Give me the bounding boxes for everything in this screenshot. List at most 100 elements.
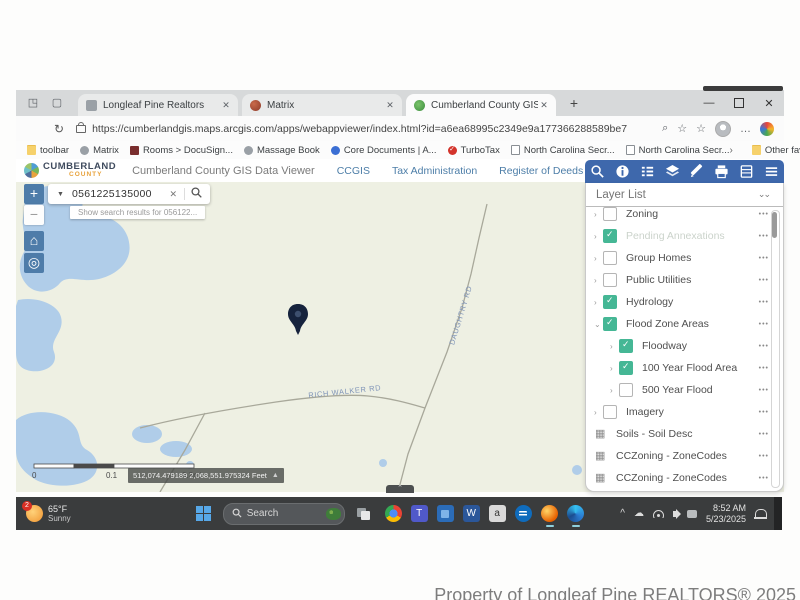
onedrive-cloud-icon[interactable]: ☁ [634, 508, 644, 519]
table-row-soils[interactable]: Soils - Soil Desc [586, 423, 783, 445]
search-source-dropdown-icon[interactable] [57, 191, 64, 198]
browser-extension-icon[interactable] [760, 122, 774, 136]
layer-menu-icon[interactable] [759, 409, 769, 416]
layer-menu-icon[interactable] [759, 321, 769, 328]
word-icon[interactable]: W [463, 505, 480, 522]
more-menu-icon[interactable]: … [740, 123, 751, 135]
layer-menu-icon[interactable] [759, 255, 769, 262]
info-icon[interactable] [615, 164, 630, 179]
tab-close-icon[interactable] [538, 99, 550, 111]
layer-row-pending-annexations[interactable]: Pending Annexations [586, 225, 783, 247]
layer-checkbox[interactable] [603, 251, 617, 265]
query-search-icon[interactable] [590, 164, 605, 179]
layer-checkbox[interactable] [603, 207, 617, 221]
tab-actions-icon[interactable]: ▢ [50, 96, 64, 110]
more-widgets-menu-icon[interactable] [764, 164, 779, 179]
layer-checkbox[interactable] [603, 273, 617, 287]
layer-checkbox[interactable] [603, 229, 617, 243]
layer-row-hydrology[interactable]: Hydrology [586, 291, 783, 313]
layer-row-500-year-flood[interactable]: 500 Year Flood [586, 379, 783, 401]
minimize-button[interactable]: — [694, 90, 724, 116]
layer-checkbox[interactable] [619, 339, 633, 353]
expand-icon[interactable] [594, 210, 603, 219]
layer-checkbox[interactable] [603, 295, 617, 309]
other-favorites[interactable]: Other favorites [752, 145, 800, 156]
layer-checkbox[interactable] [603, 405, 617, 419]
search-icon[interactable] [191, 187, 202, 201]
layer-row-100-year-flood[interactable]: 100 Year Flood Area [586, 357, 783, 379]
volume-icon[interactable] [673, 511, 678, 517]
layer-menu-icon[interactable] [759, 365, 769, 372]
layer-menu-icon[interactable] [759, 475, 769, 482]
new-tab-button[interactable]: + [564, 93, 584, 113]
favorite-star-icon[interactable]: ☆ [677, 122, 687, 135]
profile-avatar[interactable] [715, 121, 731, 137]
link-tax-administration[interactable]: Tax Administration [392, 165, 477, 177]
layer-row-zoning[interactable]: Zoning [586, 203, 783, 225]
zoom-page-icon[interactable]: ⌕ [662, 122, 668, 135]
notification-bell-icon[interactable] [755, 509, 767, 519]
layer-menu-icon[interactable] [759, 453, 769, 460]
close-button[interactable]: ✕ [754, 90, 784, 116]
layer-row-floodway[interactable]: Floodway [586, 335, 783, 357]
legend-icon[interactable] [640, 164, 655, 179]
start-button[interactable] [196, 506, 211, 521]
chrome-icon[interactable] [385, 505, 402, 522]
link-register-of-deeds[interactable]: Register of Deeds [499, 165, 583, 177]
teams-icon[interactable]: T [411, 505, 428, 522]
taskbar-search[interactable]: Search [223, 503, 345, 525]
expand-icon[interactable] [610, 364, 619, 373]
layer-menu-icon[interactable] [759, 211, 769, 218]
table-row-cczoning-1[interactable]: CCZoning - ZoneCodes [586, 445, 783, 467]
bookmark-matrix[interactable]: Matrix [80, 145, 119, 156]
layer-row-flood-zone-areas[interactable]: Flood Zone Areas [586, 313, 783, 335]
lock-icon[interactable] [76, 125, 86, 133]
layer-menu-icon[interactable] [759, 343, 769, 350]
layer-row-imagery[interactable]: Imagery [586, 401, 783, 423]
tab-close-icon[interactable] [220, 99, 232, 111]
bookmark-turbotax[interactable]: TurboTax [448, 145, 500, 156]
outlook-icon[interactable] [515, 505, 532, 522]
search-input[interactable]: 0561225135000 [72, 188, 170, 200]
bookmark-nc-secretary-1[interactable]: North Carolina Secr... [511, 145, 615, 156]
layer-checkbox[interactable] [619, 361, 633, 375]
home-extent-button[interactable]: ⌂ [24, 231, 44, 251]
workspaces-icon[interactable]: ◳ [26, 96, 40, 110]
task-view-button[interactable] [357, 508, 371, 520]
attribute-table-icon[interactable] [739, 164, 754, 179]
refresh-icon[interactable]: ↻ [54, 122, 64, 136]
favorites-bar-icon[interactable]: ☆ [696, 122, 706, 135]
bookmarks-overflow-chevron[interactable]: › [729, 145, 732, 156]
scrollbar-thumb[interactable] [772, 212, 777, 238]
link-ccgis[interactable]: CCGIS [337, 165, 370, 177]
bookmark-massage-book[interactable]: Massage Book [244, 145, 320, 156]
collapse-all-icon[interactable] [758, 189, 769, 200]
url-text[interactable]: https://cumberlandgis.maps.arcgis.com/ap… [92, 123, 627, 135]
layer-menu-icon[interactable] [759, 299, 769, 306]
layer-row-group-homes[interactable]: Group Homes [586, 247, 783, 269]
tab-close-icon[interactable] [384, 99, 396, 111]
wifi-icon[interactable] [653, 510, 664, 518]
zoom-out-button[interactable]: − [24, 205, 44, 225]
zoom-in-button[interactable]: + [24, 184, 44, 204]
layer-checkbox[interactable] [603, 317, 617, 331]
search-suggestion[interactable]: Show search results for 056122... [70, 206, 205, 219]
tab-longleaf[interactable]: Longleaf Pine Realtors [78, 94, 238, 116]
layers-icon[interactable] [665, 164, 680, 179]
amazon-icon[interactable]: a [489, 505, 506, 522]
collapse-icon[interactable] [594, 320, 603, 329]
expand-icon[interactable] [610, 342, 619, 351]
locate-coords-icon[interactable] [272, 468, 279, 483]
blue-app-icon[interactable] [437, 505, 454, 522]
firefox-icon[interactable] [541, 505, 558, 522]
layer-menu-icon[interactable] [759, 233, 769, 240]
edge-icon[interactable] [567, 505, 584, 522]
restore-button[interactable] [724, 90, 754, 116]
tray-chevron-icon[interactable]: ^ [620, 508, 625, 519]
table-row-cczoning-2[interactable]: CCZoning - ZoneCodes [586, 467, 783, 489]
my-location-button[interactable]: ◎ [24, 253, 44, 273]
print-icon[interactable] [714, 164, 729, 179]
expand-icon[interactable] [594, 232, 603, 241]
bookmark-rooms[interactable]: Rooms > DocuSign... [130, 145, 233, 156]
expand-icon[interactable] [594, 298, 603, 307]
